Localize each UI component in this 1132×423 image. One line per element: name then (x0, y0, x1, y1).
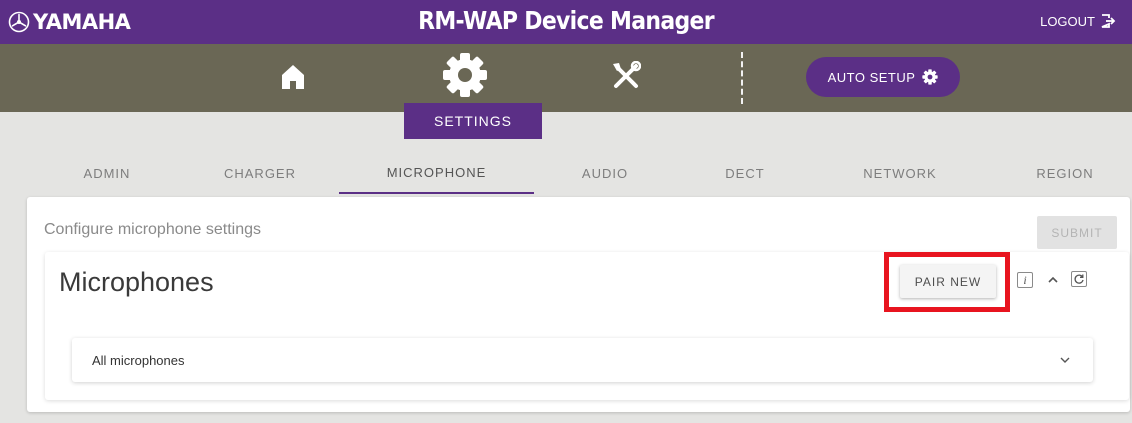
pair-new-button[interactable]: PAIR NEW (900, 265, 996, 298)
tab-charger[interactable]: CHARGER (205, 152, 315, 194)
home-icon (282, 65, 304, 89)
chevron-up-icon (1048, 276, 1058, 283)
gear-icon (443, 53, 487, 97)
info-icon[interactable]: i (1017, 272, 1033, 288)
logout-button[interactable]: LOGOUT (1040, 13, 1116, 29)
tab-microphone[interactable]: MICROPHONE (339, 152, 534, 194)
app-title: RM-WAP Device Manager (418, 6, 714, 35)
panel-title: Microphones (59, 267, 214, 297)
refresh-icon (1074, 274, 1084, 284)
auto-setup-button[interactable]: AUTO SETUP (806, 57, 960, 97)
nav-divider (741, 52, 743, 104)
tab-dect[interactable]: DECT (705, 152, 785, 194)
microphones-panel: Microphones PAIR NEW i All microphones (45, 252, 1129, 400)
auto-setup-label: AUTO SETUP (827, 69, 916, 85)
tab-audio[interactable]: AUDIO (560, 152, 650, 194)
nav-tools[interactable] (610, 60, 642, 92)
all-microphones-accordion[interactable]: All microphones (72, 338, 1093, 382)
tab-region[interactable]: REGION (1015, 152, 1115, 194)
main-nav: AUTO SETUP (0, 44, 1132, 112)
collapse-button[interactable] (1045, 272, 1061, 288)
top-bar: YAMAHA RM-WAP Device Manager LOGOUT (0, 0, 1132, 44)
logout-icon (1101, 14, 1116, 28)
tab-admin[interactable]: ADMIN (57, 152, 157, 194)
accordion-label: All microphones (92, 353, 185, 368)
tab-network[interactable]: NETWORK (845, 152, 955, 194)
active-section-label: SETTINGS (404, 103, 542, 139)
settings-tabs: ADMIN CHARGER MICROPHONE AUDIO DECT NETW… (0, 152, 1132, 194)
page-description: Configure microphone settings (44, 221, 262, 238)
submit-button[interactable]: SUBMIT (1037, 216, 1117, 249)
chevron-down-icon (1060, 357, 1070, 363)
tuning-forks-icon (8, 11, 30, 33)
logout-label: LOGOUT (1040, 13, 1095, 29)
nav-home[interactable] (279, 62, 307, 92)
nav-settings[interactable] (442, 52, 488, 98)
gear-icon (922, 69, 939, 85)
refresh-button[interactable] (1071, 271, 1087, 287)
tools-icon (613, 61, 641, 88)
settings-card: Configure microphone settings SUBMIT Mic… (27, 197, 1130, 412)
